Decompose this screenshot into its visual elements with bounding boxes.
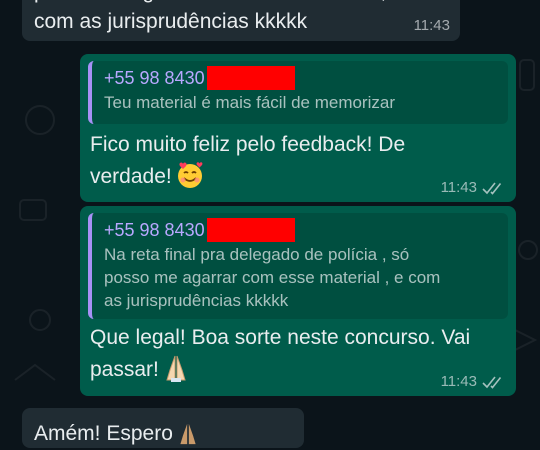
message-text: Que legal! Boa sorte neste concurso. Vai… — [90, 326, 471, 381]
folded-hands-icon — [180, 423, 196, 445]
redaction-box — [206, 218, 295, 242]
message-text: posso me agarrar com esse material , e c… — [34, 0, 404, 33]
folded-hands-icon — [166, 355, 187, 382]
double-check-icon — [482, 181, 504, 195]
message-text: Fico muito feliz pelo feedback! De verda… — [90, 133, 406, 188]
message-body: Fico muito feliz pelo feedback! De verda… — [90, 129, 450, 193]
quoted-text: Teu material é mais fácil de memorizar — [104, 93, 395, 112]
message-time: 11:43 — [441, 179, 504, 196]
quoted-text: Na reta final pra delegado de polícia , … — [104, 245, 441, 310]
outgoing-message[interactable]: +55 98 8430 Teu material é mais fácil de… — [80, 54, 516, 202]
incoming-message[interactable]: Amém! Espero — [22, 408, 304, 448]
message-body: Que legal! Boa sorte neste concurso. Vai… — [90, 322, 500, 386]
quoted-sender: +55 98 8430 — [104, 217, 498, 243]
quoted-message[interactable]: +55 98 8430 Teu material é mais fácil de… — [88, 61, 508, 124]
outgoing-message[interactable]: +55 98 8430 Na reta final pra delegado d… — [80, 206, 516, 396]
redaction-box — [206, 66, 295, 90]
quoted-sender: +55 98 8430 — [104, 65, 498, 91]
quoted-message[interactable]: +55 98 8430 Na reta final pra delegado d… — [88, 213, 508, 319]
incoming-message[interactable]: posso me agarrar com esse material , e c… — [22, 0, 460, 41]
message-time: 11:43 — [413, 17, 450, 34]
message-text: Amém! Espero — [34, 422, 173, 445]
double-check-icon — [482, 375, 504, 389]
message-time: 11:43 — [441, 373, 504, 390]
smiling-face-with-hearts-icon — [178, 162, 203, 188]
message-body: Amém! Espero — [34, 418, 199, 450]
